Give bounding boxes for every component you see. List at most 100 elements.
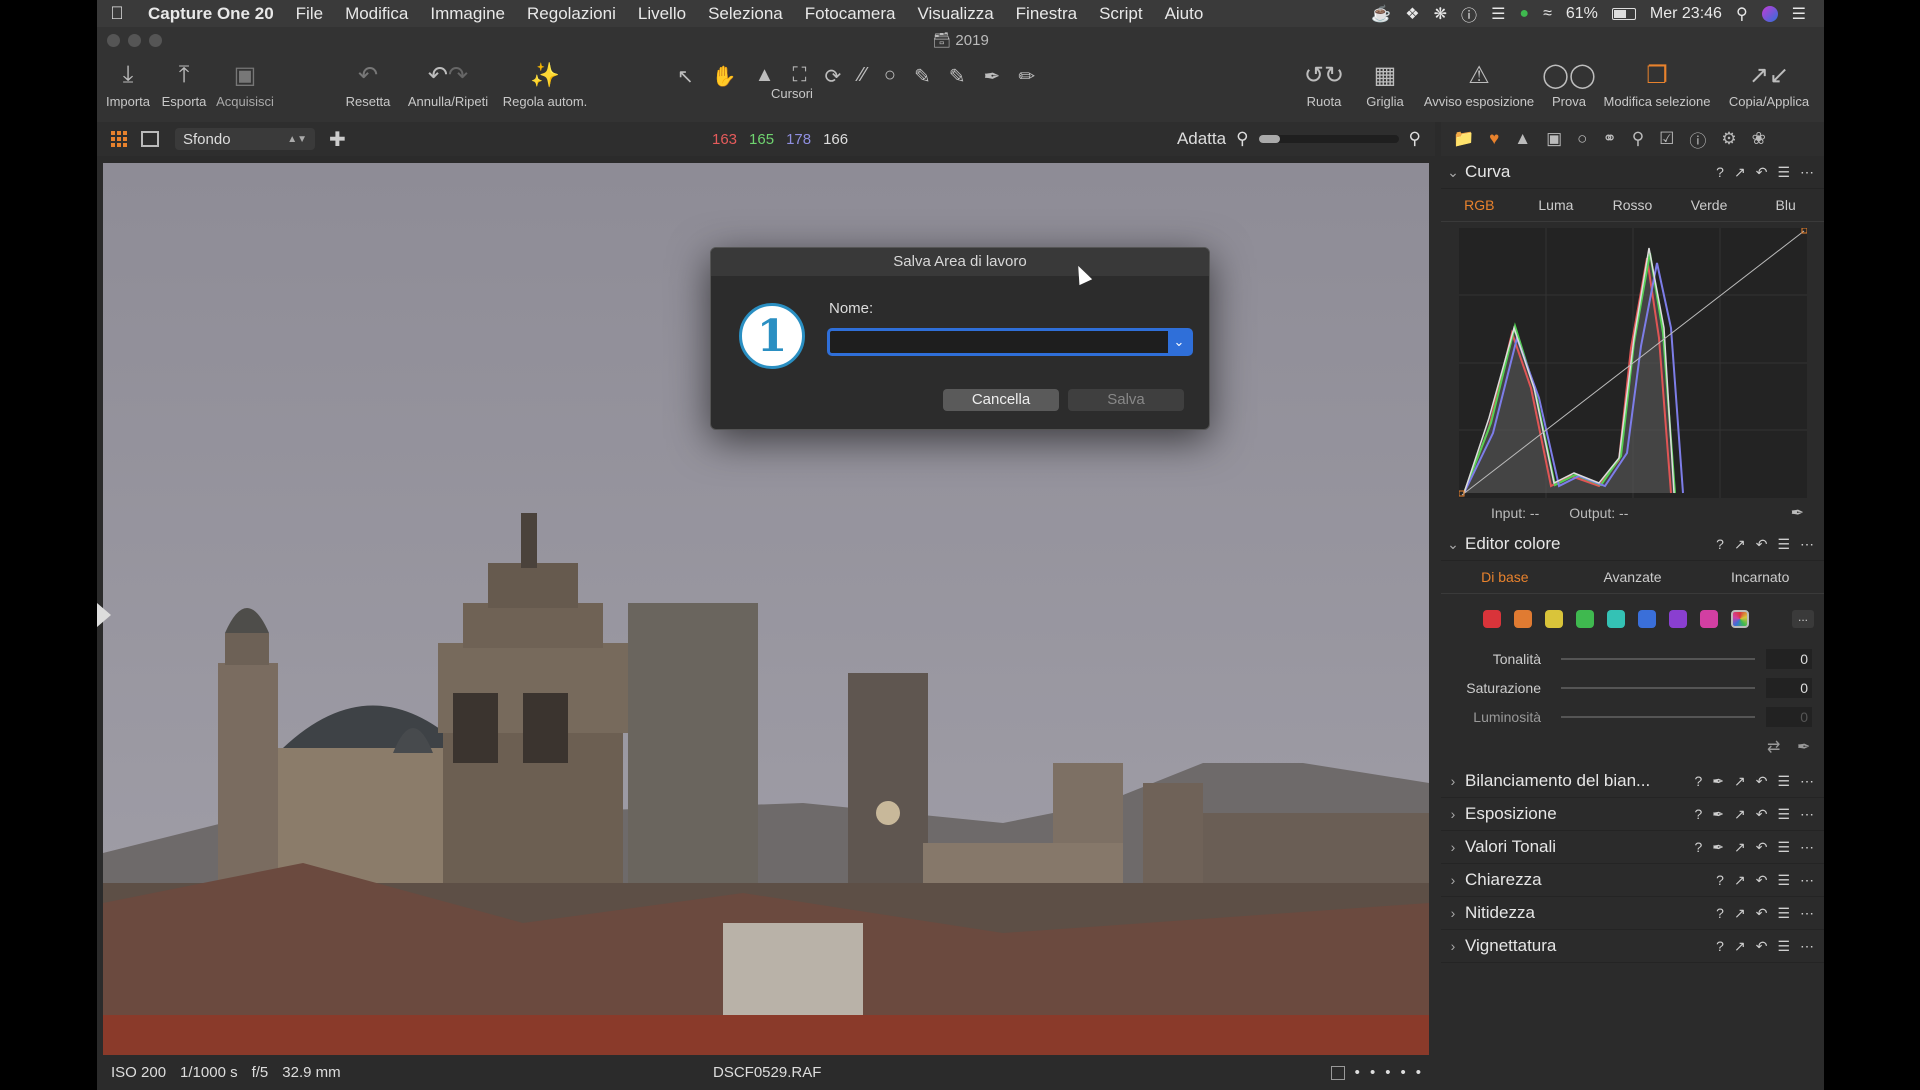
zoom-out-icon[interactable]: ⚲ [1236, 129, 1248, 149]
close-window-button[interactable] [107, 34, 120, 47]
spot-removal-icon[interactable]: ○ [884, 64, 896, 89]
save-button[interactable]: Salva [1068, 389, 1184, 411]
exposure-warning-button[interactable]: ⚠ Avviso esposizione [1420, 60, 1538, 110]
picker-icon[interactable]: ✒ [1712, 839, 1724, 856]
picker-icon[interactable]: ✒ [1712, 806, 1724, 823]
minimize-window-button[interactable] [128, 34, 141, 47]
hue-value[interactable]: 0 [1766, 648, 1812, 669]
tab-rgb[interactable]: RGB [1441, 197, 1518, 213]
export-button[interactable]: ⤒ Esporta [161, 60, 207, 109]
siri-icon[interactable] [1761, 5, 1778, 22]
swatch-yellow[interactable] [1545, 610, 1563, 628]
more-icon[interactable]: ⋯ [1800, 164, 1814, 181]
tab-verde[interactable]: Verde [1671, 197, 1748, 213]
more-icon[interactable]: ⋯ [1800, 536, 1814, 553]
tab-di-base[interactable]: Di base [1441, 569, 1569, 585]
menu-app-name[interactable]: Capture One 20 [137, 4, 285, 24]
copy-apply-button[interactable]: ↗↙ Copia/Applica [1723, 60, 1815, 110]
rating-star-3[interactable]: • [1385, 1064, 1390, 1081]
camera-tab-icon[interactable]: ▣ [1546, 129, 1562, 149]
info-icon[interactable]: ⓘ [1461, 2, 1477, 26]
chevron-down-icon[interactable]: ⌄ [1168, 331, 1190, 353]
rating-star-4[interactable]: • [1400, 1064, 1405, 1081]
copy-apply-icon[interactable]: ↗ [1734, 905, 1746, 922]
reset-icon[interactable]: ↶ [1756, 938, 1768, 955]
menu-icon[interactable]: ☰ [1777, 536, 1790, 553]
rating-star-2[interactable]: • [1370, 1064, 1375, 1081]
menu-visualizza[interactable]: Visualizza [906, 4, 1004, 24]
swatch-red[interactable] [1483, 610, 1501, 628]
apple-icon[interactable]:  [97, 3, 137, 24]
menu-icon[interactable]: ☰ [1777, 839, 1790, 856]
auto-adjust-button[interactable]: ✨ Regola autom. [499, 60, 591, 110]
battery-icon[interactable] [1611, 7, 1636, 20]
annotate-icon[interactable]: ✏ [1018, 64, 1035, 89]
exposure-section-header[interactable]: › Esposizione ? ✒ ↗ ↶ ☰ ⋯ [1441, 798, 1824, 831]
help-icon[interactable]: ? [1694, 839, 1702, 856]
menu-icon[interactable]: ☰ [1777, 905, 1790, 922]
import-button[interactable]: ⤓ Importa [105, 60, 151, 109]
vignetting-section-header[interactable]: › Vignettatura ? ↗ ↶ ☰ ⋯ [1441, 930, 1824, 963]
sharpening-section-header[interactable]: › Nitidezza ? ↗ ↶ ☰ ⋯ [1441, 897, 1824, 930]
multi-view-icon[interactable] [111, 131, 127, 147]
more-icon[interactable]: ⋯ [1800, 839, 1814, 856]
name-input[interactable] [830, 331, 1166, 355]
copy-apply-icon[interactable]: ↗ [1734, 164, 1746, 181]
name-combobox[interactable]: ⌄ [827, 328, 1193, 356]
menu-finestra[interactable]: Finestra [1005, 4, 1088, 24]
metadata-tab-icon[interactable]: ⓘ [1689, 127, 1706, 152]
cancel-button[interactable]: Cancella [943, 389, 1059, 411]
swatch-cyan[interactable] [1607, 610, 1625, 628]
menu-extras-icon[interactable]: ☰ [1491, 4, 1505, 24]
more-colors-button[interactable]: ... [1792, 610, 1814, 628]
copy-apply-icon[interactable]: ↗ [1734, 773, 1746, 790]
help-icon[interactable]: ? [1694, 773, 1702, 790]
help-icon[interactable]: ? [1694, 806, 1702, 823]
reset-icon[interactable]: ↶ [1756, 164, 1768, 181]
tab-rosso[interactable]: Rosso [1594, 197, 1671, 213]
cup-icon[interactable]: ☕ [1371, 4, 1391, 24]
menu-livello[interactable]: Livello [627, 4, 697, 24]
swatch-purple[interactable] [1669, 610, 1687, 628]
grid-button[interactable]: ▦ Griglia [1360, 60, 1410, 110]
clarity-section-header[interactable]: › Chiarezza ? ↗ ↶ ☰ ⋯ [1441, 864, 1824, 897]
curve-picker-icon[interactable]: ✒ [1791, 503, 1804, 523]
reset-icon[interactable]: ↶ [1756, 536, 1768, 553]
exposure-tab-icon[interactable]: ▲ [1514, 129, 1531, 149]
gradient-icon[interactable]: ✎ [949, 64, 966, 89]
rating-star-5[interactable]: • [1416, 1064, 1421, 1081]
menu-immagine[interactable]: Immagine [419, 4, 516, 24]
eyedropper-icon[interactable]: ✒ [984, 64, 1001, 89]
add-view-icon[interactable]: ✚ [329, 127, 346, 152]
menu-modifica[interactable]: Modifica [334, 4, 419, 24]
help-icon[interactable]: ? [1716, 872, 1724, 889]
color-tab-icon[interactable]: ⚭ [1602, 129, 1616, 149]
more-icon[interactable]: ⋯ [1800, 773, 1814, 790]
favorites-tab-icon[interactable]: ♥ [1489, 129, 1499, 149]
tab-blu[interactable]: Blu [1747, 197, 1824, 213]
proof-button[interactable]: ◯◯ Prova [1542, 60, 1596, 110]
copy-apply-icon[interactable]: ↗ [1734, 872, 1746, 889]
brush-icon[interactable]: ✎ [914, 64, 931, 89]
reset-button[interactable]: ↶ Resetta [343, 60, 393, 110]
notification-center-icon[interactable]: ☰ [1792, 4, 1806, 24]
swap-icon[interactable]: ⇄ [1767, 737, 1780, 757]
dropbox-icon[interactable]: ❖ [1405, 4, 1419, 24]
help-icon[interactable]: ? [1716, 164, 1724, 181]
checkbox-icon[interactable] [1330, 1065, 1345, 1080]
undo-redo-button[interactable]: ↶ ↷ Annulla/Ripeti [403, 60, 493, 110]
adjustments-tab-icon[interactable]: ☑ [1659, 129, 1674, 149]
reset-icon[interactable]: ↶ [1756, 806, 1768, 823]
saturation-value[interactable]: 0 [1766, 677, 1812, 698]
swatch-green[interactable] [1576, 610, 1594, 628]
levels-section-header[interactable]: › Valori Tonali ? ✒ ↗ ↶ ☰ ⋯ [1441, 831, 1824, 864]
menu-icon[interactable]: ☰ [1777, 164, 1790, 181]
wifi-icon[interactable]: ≈ [1543, 5, 1552, 23]
menu-fotocamera[interactable]: Fotocamera [794, 4, 907, 24]
zoom-in-icon[interactable]: ⚲ [1409, 129, 1421, 149]
zoom-window-button[interactable] [149, 34, 162, 47]
help-icon[interactable]: ? [1716, 905, 1724, 922]
search-icon[interactable]: ⚲ [1736, 4, 1748, 24]
fit-zoom-label[interactable]: Adatta [1177, 129, 1226, 149]
menu-script[interactable]: Script [1088, 4, 1153, 24]
